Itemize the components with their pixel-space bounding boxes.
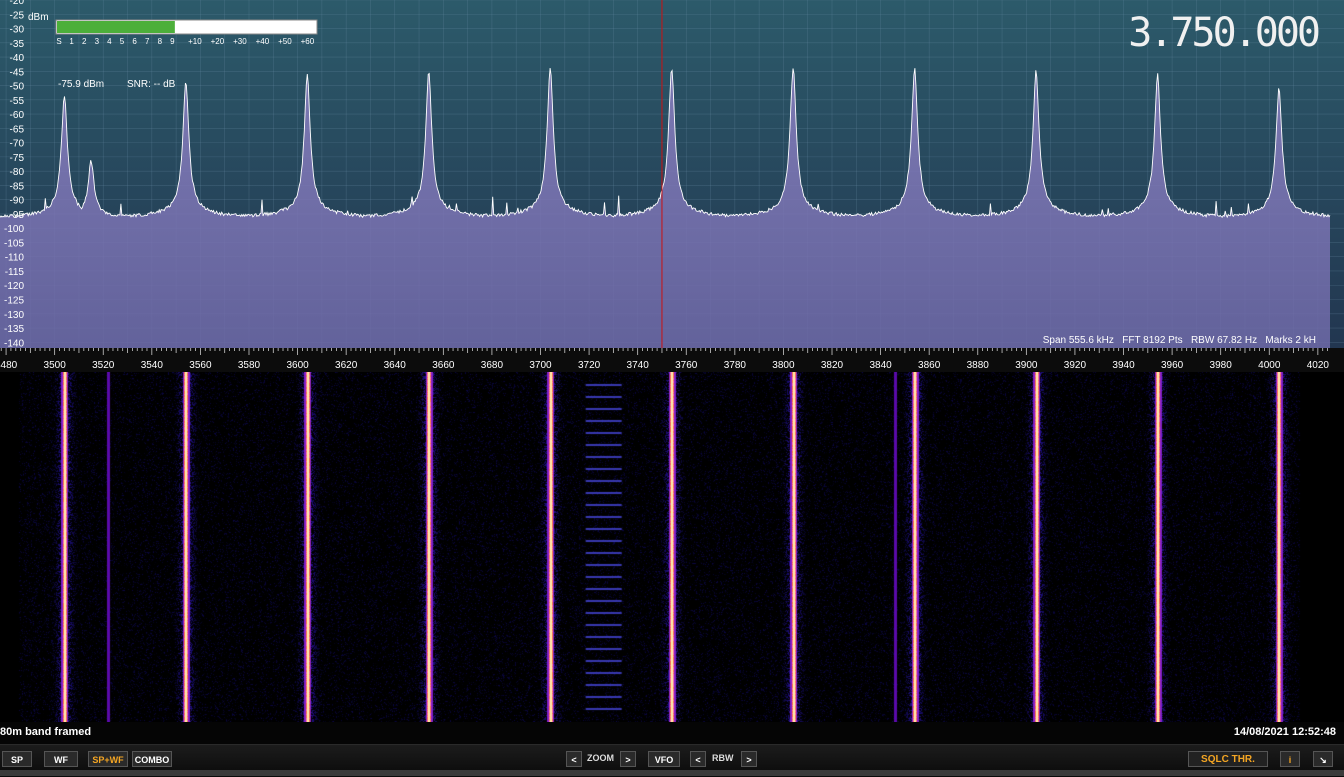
x-tick-label: 4020 [1307,360,1330,371]
window-bottom-edge [0,770,1344,776]
y-tick-label: -80 [10,167,25,178]
y-tick-label: -90 [10,196,25,207]
smeter-scale-label: 6 [132,37,137,46]
y-tick-label: -30 [10,25,25,36]
y-tick-label: -120 [4,281,24,292]
x-tick-label: 3760 [675,360,698,371]
snr-readout: SNR: -- dB [127,79,176,90]
y-tick-label: -75 [10,153,25,164]
rbw-prev-button[interactable]: < [690,751,706,767]
wf-button[interactable]: WF [44,751,78,767]
y-tick-label: -95 [10,210,25,221]
x-tick-label: 3820 [821,360,844,371]
y-tick-label: -20 [10,0,25,7]
y-tick-label: -45 [10,67,25,78]
spectrum-info: Span 555.6 kHz FFT 8192 Pts RBW 67.82 Hz… [1043,335,1316,346]
spectrum-display[interactable]: -20 -25 -30 -35 -40 -45 -50 -55 -60 -65 -70 -75 -80 -… [0,0,1344,372]
smeter-scale-label: 4 [107,37,112,46]
smeter-scale-label: 3 [95,37,100,46]
x-tick-label: 3560 [189,360,212,371]
band-status: 80m band framed [0,726,92,738]
x-tick-label: 3540 [141,360,164,371]
y-tick-label: -135 [4,324,24,335]
x-tick-label: 3960 [1161,360,1184,371]
vfo-button[interactable]: VFO [648,751,680,767]
y-tick-label: -110 [5,253,25,264]
x-tick-label: 3720 [578,360,601,371]
status-bar: 80m band framed 14/08/2021 12:52:48 [0,722,1344,744]
x-tick-label: 3640 [384,360,407,371]
smeter-scale-label: +60 [301,37,315,46]
zoom-label: ZOOM [587,753,614,763]
smeter-scale-label: 8 [158,37,163,46]
x-tick-label: 3660 [432,360,455,371]
smeter-scale-label: +40 [256,37,270,46]
y-tick-label: -125 [4,296,24,307]
y-tick-label: -50 [10,82,25,93]
y-tick-label: -60 [10,110,25,121]
x-tick-label: 3580 [238,360,261,371]
zoom-prev-button[interactable]: < [566,751,582,767]
y-tick-label: -25 [10,10,25,21]
x-tick-label: 3680 [481,360,504,371]
info-button[interactable]: i [1280,751,1300,767]
combo-button[interactable]: COMBO [132,751,172,767]
smeter-scale-label: 2 [82,37,87,46]
y-tick-label: -40 [10,53,25,64]
x-tick-label: 3520 [92,360,115,371]
x-tick-label: 3860 [918,360,941,371]
y-tick-label: -85 [10,181,25,192]
x-tick-label: 3620 [335,360,358,371]
smeter-scale-label: 1 [69,37,74,46]
rbw-next-button[interactable]: > [741,751,757,767]
y-tick-label: -55 [10,96,25,107]
y-tick-label: -100 [4,224,24,235]
frequency-display[interactable]: 3.750.000 [1128,10,1322,56]
resize-icon[interactable]: ↘ [1313,751,1333,767]
x-tick-label: 3480 [0,360,18,371]
smeter-scale-label: S [56,37,61,46]
smeter-scale-label: +30 [233,37,247,46]
x-tick-label: 3500 [44,360,67,371]
x-tick-label: 3800 [772,360,795,371]
x-tick-label: 3780 [724,360,747,371]
x-tick-label: 3700 [529,360,552,371]
rbw-label: RBW [712,753,734,763]
x-tick-label: 3920 [1064,360,1087,371]
x-tick-label: 3940 [1112,360,1135,371]
zoom-next-button[interactable]: > [620,751,636,767]
x-tick-label: 3840 [869,360,892,371]
x-tick-label: 3740 [627,360,650,371]
x-tick-label: 3980 [1210,360,1233,371]
timestamp: 14/08/2021 12:52:48 [1233,726,1336,738]
smeter-scale-label: +10 [188,37,202,46]
smeter-scale-label: +50 [278,37,292,46]
smeter-scale-label: +20 [211,37,225,46]
units-label: dBm [28,12,49,23]
x-tick-label: 3900 [1015,360,1038,371]
y-tick-label: -35 [10,39,25,50]
x-tick-label: 4000 [1258,360,1281,371]
smeter-scale-label: 9 [170,37,175,46]
sp-wf-button[interactable]: SP+WF [88,751,128,767]
sqlc-threshold-button[interactable]: SQLC THR. [1188,751,1268,767]
waterfall-display[interactable] [0,372,1344,722]
x-tick-label: 3600 [286,360,309,371]
smeter-scale-label: 5 [120,37,125,46]
y-tick-label: -115 [5,267,25,278]
smeter-scale-label: 7 [145,37,150,46]
y-tick-label: -130 [4,310,24,321]
y-tick-label: -65 [10,124,25,135]
y-tick-label: -140 [4,338,24,349]
x-tick-label: 3880 [967,360,990,371]
y-tick-label: -70 [10,139,25,150]
sp-button[interactable]: SP [2,751,32,767]
level-readout: -75.9 dBm [58,79,104,90]
y-tick-label: -105 [4,238,24,249]
s-meter-bar [57,21,175,33]
